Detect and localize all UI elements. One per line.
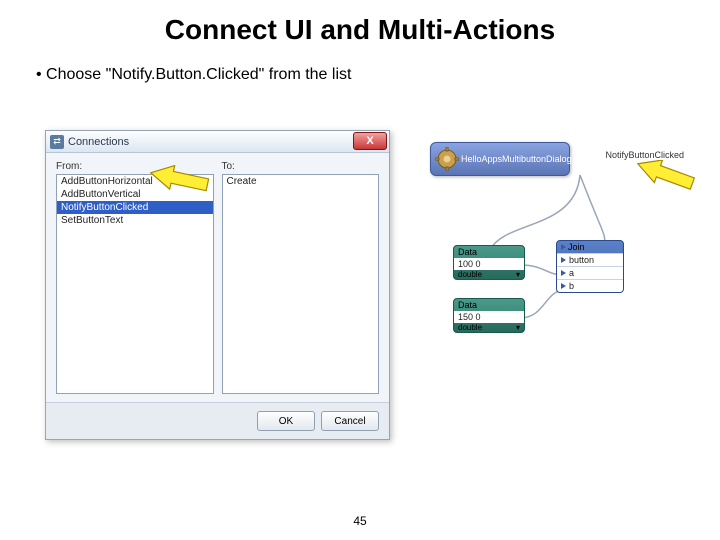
data-node-value[interactable]: 150 0	[454, 311, 524, 323]
join-node[interactable]: Join button a b	[556, 240, 624, 293]
dialog-footer: OK Cancel	[46, 402, 389, 439]
dialog-body: From: AddButtonHorizontal AddButtonVerti…	[46, 153, 389, 402]
to-label: To:	[222, 161, 380, 172]
connections-dialog: ⇄ Connections X From: AddButtonHorizonta…	[45, 130, 390, 440]
hello-dialog-node[interactable]: HelloAppsMultibuttonDialog	[430, 142, 570, 176]
join-row-label: b	[569, 281, 574, 291]
to-listbox[interactable]: Create	[222, 174, 380, 394]
dialog-icon: ⇄	[50, 135, 64, 149]
input-port-icon[interactable]	[561, 283, 566, 289]
cancel-button[interactable]: Cancel	[321, 411, 379, 431]
gear-icon	[435, 147, 459, 171]
data-node-type: double	[458, 323, 482, 332]
data-node-value[interactable]: 100 0	[454, 258, 524, 270]
from-listbox[interactable]: AddButtonHorizontal AddButtonVertical No…	[56, 174, 214, 394]
join-node-header: Join	[568, 242, 585, 252]
close-button[interactable]: X	[353, 132, 387, 150]
ok-button[interactable]: OK	[257, 411, 315, 431]
input-port-icon	[561, 244, 566, 250]
data-node-header: Data	[454, 299, 524, 311]
input-port-icon[interactable]	[561, 257, 566, 263]
callout-arrow-right	[636, 160, 696, 198]
slide-title: Connect UI and Multi-Actions	[0, 0, 720, 46]
data-node-2[interactable]: Data 150 0 double ▾	[453, 298, 525, 333]
data-node-header: Data	[454, 246, 524, 258]
callout-arrow-left	[150, 165, 210, 203]
join-row-label: button	[569, 255, 594, 265]
page-number: 45	[0, 514, 720, 528]
input-port-icon[interactable]	[561, 270, 566, 276]
content-stage: ⇄ Connections X From: AddButtonHorizonta…	[45, 130, 700, 500]
dialog-titlebar[interactable]: ⇄ Connections X	[46, 131, 389, 153]
chevron-down-icon[interactable]: ▾	[516, 270, 520, 279]
dialog-title: Connections	[68, 136, 129, 148]
data-node-1[interactable]: Data 100 0 double ▾	[453, 245, 525, 280]
chevron-down-icon[interactable]: ▾	[516, 323, 520, 332]
list-item[interactable]: Create	[223, 175, 379, 188]
hello-node-label: HelloAppsMultibuttonDialog	[461, 154, 572, 164]
event-output-label: NotifyButtonClicked	[605, 150, 684, 160]
join-row-label: a	[569, 268, 574, 278]
list-item[interactable]: SetButtonText	[57, 214, 213, 227]
close-icon: X	[366, 135, 373, 147]
data-node-type: double	[458, 270, 482, 279]
instruction-bullet: Choose "Notify.Button.Clicked" from the …	[0, 46, 720, 84]
